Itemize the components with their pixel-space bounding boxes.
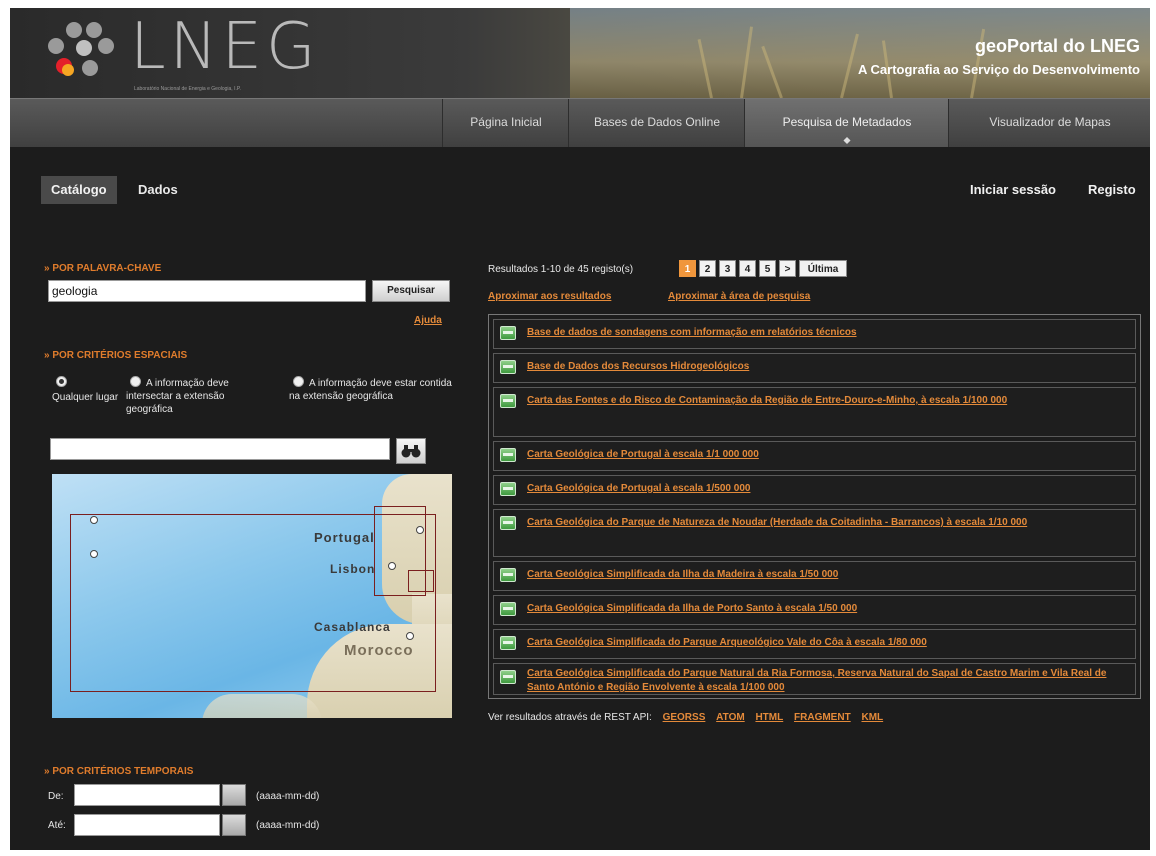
page-next[interactable]: > — [779, 260, 796, 277]
page-1[interactable]: 1 — [679, 260, 696, 277]
rest-link-kml[interactable]: KML — [861, 712, 883, 723]
rest-link-fragment[interactable]: FRAGMENT — [794, 712, 851, 723]
list-item[interactable]: Carta Geológica Simplificada do Parque A… — [493, 629, 1136, 659]
list-item[interactable]: Carta Geológica de Portugal à escala 1/1… — [493, 441, 1136, 471]
metadata-icon — [500, 602, 516, 616]
header-banner: LNEG Laboratório Nacional de Energia e G… — [10, 8, 1150, 98]
metadata-icon — [500, 448, 516, 462]
from-format-hint: (aaaa-mm-dd) — [256, 791, 320, 802]
nav-item-metadata-search[interactable]: Pesquisa de Metadados — [744, 99, 949, 147]
to-format-hint: (aaaa-mm-dd) — [256, 820, 320, 831]
result-title[interactable]: Base de dados de sondagens com informaçã… — [527, 326, 1125, 340]
register-link[interactable]: Registo — [1088, 182, 1136, 197]
list-item[interactable]: Base de Dados dos Recursos Hidrogeológic… — [493, 353, 1136, 383]
keyword-input[interactable] — [48, 280, 366, 302]
portal-subtitle: A Cartografia ao Serviço do Desenvolvime… — [858, 62, 1140, 77]
result-title[interactable]: Carta Geológica Simplificada do Parque A… — [527, 636, 1125, 650]
result-title[interactable]: Carta Geológica Simplificada da Ilha de … — [527, 602, 1125, 616]
metadata-icon — [500, 670, 516, 684]
metadata-icon — [500, 326, 516, 340]
logo-wordmark: LNEG — [130, 10, 320, 84]
metadata-icon — [500, 360, 516, 374]
zoom-to-results-link[interactable]: Aproximar aos resultados — [488, 290, 611, 303]
help-link[interactable]: Ajuda — [414, 314, 442, 327]
page-4[interactable]: 4 — [739, 260, 756, 277]
list-item[interactable]: Carta Geológica Simplificada da Ilha da … — [493, 561, 1136, 591]
rest-api-label: Ver resultados através de REST API: — [488, 712, 652, 723]
map-label-portugal: Portugal — [314, 530, 375, 545]
place-input[interactable] — [50, 438, 390, 460]
map-widget[interactable]: Portugal Lisbon Casablanca Morocco — [52, 474, 452, 718]
metadata-icon — [500, 482, 516, 496]
binoculars-icon[interactable] — [396, 438, 426, 464]
list-item[interactable]: Carta Geológica do Parque de Natureza de… — [493, 509, 1136, 557]
result-title[interactable]: Carta Geológica de Portugal à escala 1/1… — [527, 448, 1125, 462]
app-frame: LNEG Laboratório Nacional de Energia e G… — [10, 8, 1150, 850]
map-label-lisbon: Lisbon — [330, 562, 376, 576]
page-2[interactable]: 2 — [699, 260, 716, 277]
logo-subtitle: Laboratório Nacional de Energia e Geolog… — [134, 86, 241, 92]
result-title[interactable]: Carta Geológica de Portugal à escala 1/5… — [527, 482, 1125, 496]
tab-dados[interactable]: Dados — [128, 176, 188, 204]
radio-anywhere-label: Qualquer lugar — [52, 392, 119, 403]
metadata-icon — [500, 568, 516, 582]
login-link[interactable]: Iniciar sessão — [970, 182, 1056, 197]
metadata-icon — [500, 516, 516, 530]
metadata-icon — [500, 636, 516, 650]
tab-catalogo[interactable]: Catálogo — [41, 176, 117, 204]
calendar-icon[interactable] — [222, 814, 246, 836]
nav-item-databases[interactable]: Bases de Dados Online — [568, 99, 745, 147]
section-keyword: Por palavra-chave — [44, 263, 161, 274]
radio-anywhere[interactable] — [56, 376, 67, 387]
rest-api-bar: Ver resultados através de REST API: GEOR… — [488, 712, 883, 723]
nav-item-map-viewer[interactable]: Visualizador de Mapas — [948, 99, 1150, 147]
page-5[interactable]: 5 — [759, 260, 776, 277]
nav-item-home[interactable]: Página Inicial — [442, 99, 569, 147]
main-nav: Página Inicial Bases de Dados Online Pes… — [10, 98, 1150, 147]
list-item[interactable]: Carta Geológica Simplificada da Ilha de … — [493, 595, 1136, 625]
metadata-icon — [500, 394, 516, 408]
zoom-to-area-link[interactable]: Aproximar à área de pesquisa — [668, 290, 810, 303]
result-title[interactable]: Carta Geológica Simplificada do Parque N… — [527, 667, 1125, 695]
result-title[interactable]: Base de Dados dos Recursos Hidrogeológic… — [527, 360, 1125, 374]
map-label-casablanca: Casablanca — [314, 620, 391, 634]
to-date-input[interactable] — [74, 814, 220, 836]
rest-link-georss[interactable]: GEORSS — [663, 712, 706, 723]
search-button[interactable]: Pesquisar — [372, 280, 450, 302]
list-item[interactable]: Carta Geológica de Portugal à escala 1/5… — [493, 475, 1136, 505]
page-last[interactable]: Última — [799, 260, 847, 277]
section-spatial: Por critérios espaciais — [44, 350, 187, 361]
results-summary: Resultados 1-10 de 45 registo(s) — [488, 264, 634, 275]
radio-contained-label: A informação deve estar contida na exten… — [289, 378, 452, 402]
result-title[interactable]: Carta Geológica Simplificada da Ilha da … — [527, 568, 1125, 582]
result-title[interactable]: Carta das Fontes e do Risco de Contamina… — [527, 394, 1125, 408]
page-3[interactable]: 3 — [719, 260, 736, 277]
portal-title: geoPortal do LNEG — [974, 36, 1140, 56]
map-label-morocco: Morocco — [344, 642, 414, 659]
from-label: De: — [48, 791, 64, 802]
rest-link-atom[interactable]: ATOM — [716, 712, 745, 723]
section-temporal: Por critérios temporais — [44, 766, 193, 777]
rest-link-html[interactable]: HTML — [755, 712, 783, 723]
to-label: Até: — [48, 820, 66, 831]
radio-intersect-label: A informação deve intersectar a extensão… — [126, 378, 229, 415]
logo-icon — [48, 22, 120, 84]
results-list: Base de dados de sondagens com informaçã… — [488, 314, 1141, 699]
list-item[interactable]: Carta Geológica Simplificada do Parque N… — [493, 663, 1136, 695]
list-item[interactable]: Base de dados de sondagens com informaçã… — [493, 319, 1136, 349]
calendar-icon[interactable] — [222, 784, 246, 806]
result-title[interactable]: Carta Geológica do Parque de Natureza de… — [527, 516, 1125, 530]
list-item[interactable]: Carta das Fontes e do Risco de Contamina… — [493, 387, 1136, 437]
from-date-input[interactable] — [74, 784, 220, 806]
